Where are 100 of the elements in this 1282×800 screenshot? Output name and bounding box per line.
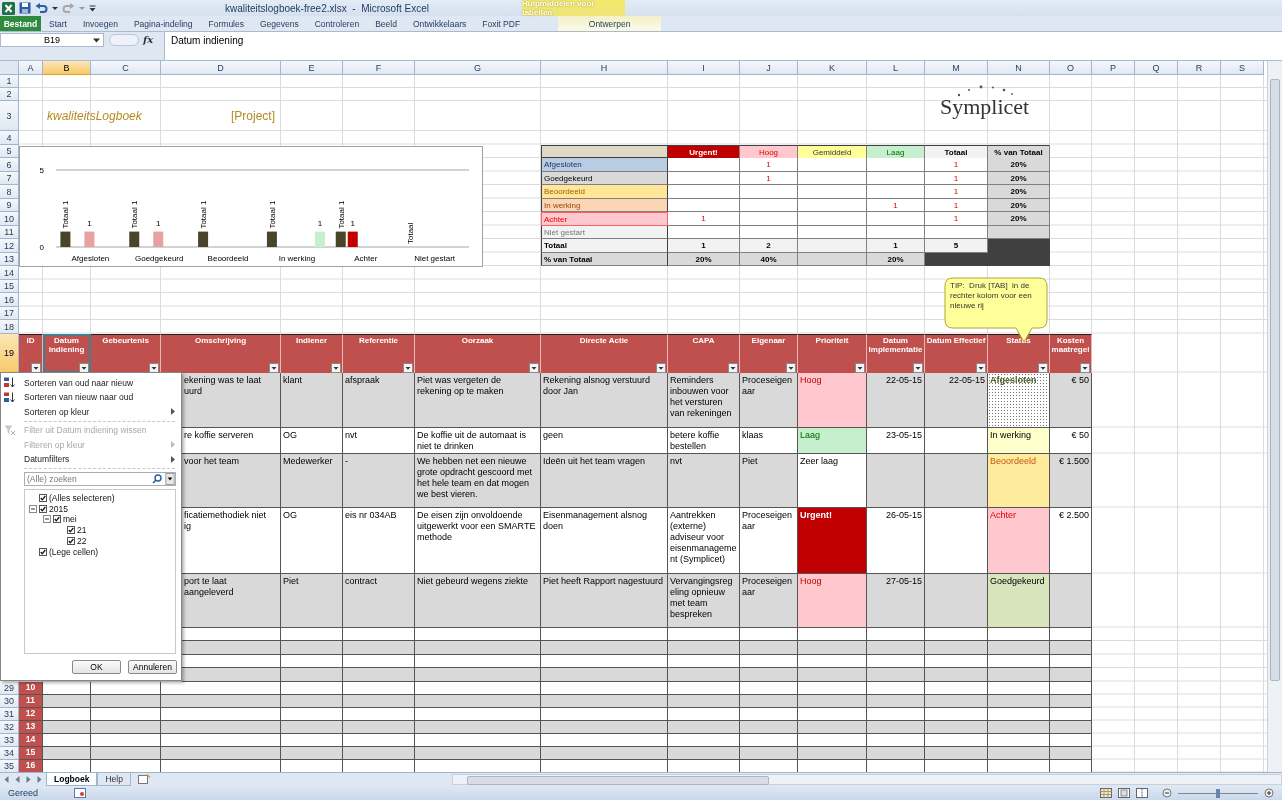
ribbon-tab[interactable]: Invoegen (74, 16, 126, 32)
column-header[interactable]: P (1092, 61, 1135, 76)
column-header[interactable]: K (798, 61, 867, 76)
column-header[interactable]: E (281, 61, 343, 76)
menu-item[interactable]: Sorteren van nieuw naar oud (1, 389, 181, 405)
function-button[interactable]: fx (143, 34, 154, 46)
ribbon-tab[interactable]: Gegevens (252, 16, 307, 32)
column-header[interactable]: H (541, 61, 668, 76)
column-header[interactable]: Q (1135, 61, 1178, 76)
column-header[interactable]: A (19, 61, 43, 76)
column-header[interactable]: D (161, 61, 281, 76)
filter-value[interactable]: (Lege cellen) (49, 546, 99, 557)
filter-value[interactable]: 2015 (49, 503, 68, 514)
row-header[interactable]: 18 (0, 320, 19, 334)
column-header[interactable]: S (1221, 61, 1264, 76)
normal-view-icon[interactable] (1100, 788, 1112, 799)
column-header[interactable]: N (988, 61, 1050, 76)
excel-icon[interactable] (2, 1, 15, 15)
dialog-button[interactable]: Annuleren (128, 660, 177, 675)
filter-button[interactable] (1080, 362, 1090, 373)
filter-value[interactable]: 22 (77, 536, 87, 547)
search-icon[interactable] (152, 474, 162, 485)
zoom-in-button[interactable] (1264, 788, 1274, 799)
caret-icon[interactable] (52, 5, 58, 11)
column-header[interactable]: F (343, 61, 415, 76)
menu-item[interactable]: Sorteren van oud naar nieuw (1, 375, 181, 390)
checkbox[interactable] (39, 547, 47, 556)
name-box[interactable]: B19 (0, 33, 104, 48)
filter-button[interactable] (855, 362, 865, 373)
formula-field[interactable]: Datum indiening (165, 32, 1282, 61)
ribbon-tab[interactable]: Beeld (367, 16, 405, 32)
row-header[interactable]: 6 (0, 158, 19, 172)
caret-icon[interactable] (93, 38, 100, 44)
filter-button[interactable] (656, 362, 666, 373)
column-header[interactable]: M (925, 61, 988, 76)
filter-value[interactable]: 21 (77, 525, 87, 536)
row-header[interactable]: 12 (0, 239, 19, 253)
ribbon-tab[interactable]: Pagina-indeling (125, 16, 201, 32)
row-header[interactable]: 1 (0, 75, 19, 89)
page-break-icon[interactable] (1136, 788, 1148, 799)
filter-button[interactable] (403, 362, 413, 373)
row-header[interactable]: 4 (0, 131, 19, 145)
dialog-button[interactable]: OK (72, 660, 121, 675)
scrollbar-thumb[interactable] (1270, 79, 1280, 682)
filter-button[interactable] (1038, 362, 1048, 373)
filter-button[interactable] (976, 362, 986, 373)
row-header[interactable]: 16 (0, 293, 19, 307)
formula-bar-handle[interactable] (109, 34, 139, 47)
zoom-out-button[interactable] (1162, 788, 1172, 799)
row-header[interactable]: 3 (0, 101, 19, 132)
ribbon-tab[interactable]: Start (41, 16, 75, 32)
ribbon-tab[interactable]: Bestand (0, 16, 41, 32)
row-header[interactable]: 29 (0, 681, 19, 695)
column-header[interactable]: L (867, 61, 925, 76)
horizontal-scrollbar[interactable] (452, 774, 1282, 786)
sheet-tab[interactable]: Help (97, 773, 131, 787)
filter-button[interactable] (269, 362, 279, 373)
filter-button[interactable] (786, 362, 796, 373)
slider-thumb[interactable] (1216, 788, 1220, 798)
filter-value[interactable]: mei (63, 514, 77, 525)
checkbox[interactable] (39, 493, 47, 502)
vertical-scrollbar[interactable] (1267, 61, 1282, 773)
column-header[interactable]: R (1178, 61, 1221, 76)
ribbon-tab[interactable]: Formules (200, 16, 252, 32)
column-header[interactable]: O (1050, 61, 1092, 76)
search-field[interactable]: (Alle) zoeken (24, 472, 176, 487)
filter-button[interactable] (728, 362, 738, 373)
ribbon-tab[interactable]: Ontwerpen (558, 16, 662, 32)
macro-record-icon[interactable] (74, 788, 87, 799)
checkbox[interactable] (67, 526, 75, 535)
filter-button[interactable] (331, 362, 341, 373)
sheet-tab[interactable]: Logboek (46, 773, 98, 787)
page-layout-icon[interactable] (1118, 788, 1130, 799)
insert-sheet-icon[interactable] (136, 774, 151, 786)
row-header[interactable]: 14 (0, 266, 19, 280)
checkbox[interactable] (39, 504, 47, 513)
checkbox[interactable] (67, 537, 75, 546)
dropdown-button[interactable] (165, 473, 175, 486)
filter-button[interactable] (913, 362, 923, 373)
column-header[interactable]: C (91, 61, 161, 76)
ribbon-tab[interactable]: Controleren (306, 16, 368, 32)
row-header[interactable]: 8 (0, 185, 19, 199)
ribbon-tab[interactable]: Foxit PDF (474, 16, 529, 32)
checkbox[interactable] (53, 515, 61, 524)
menu-item[interactable]: Sorteren op kleur (1, 404, 181, 419)
customize-toolbar-icon[interactable] (89, 3, 96, 13)
filter-value[interactable]: (Alles selecteren) (49, 492, 115, 503)
row-header[interactable]: 2 (0, 88, 19, 102)
column-header[interactable]: I (668, 61, 740, 76)
ribbon-tab[interactable]: Ontwikkelaars (404, 16, 475, 32)
column-header[interactable]: B (43, 61, 91, 76)
column-header[interactable]: G (415, 61, 541, 76)
scrollbar-thumb[interactable] (467, 776, 769, 786)
row-header[interactable]: 19 (0, 333, 19, 373)
save-icon[interactable] (19, 2, 31, 14)
menu-item[interactable]: Datumfilters (1, 451, 181, 467)
filter-button[interactable] (529, 362, 539, 373)
undo-icon[interactable] (35, 2, 48, 14)
row-header[interactable]: 10 (0, 212, 19, 226)
column-header[interactable]: J (740, 61, 798, 76)
